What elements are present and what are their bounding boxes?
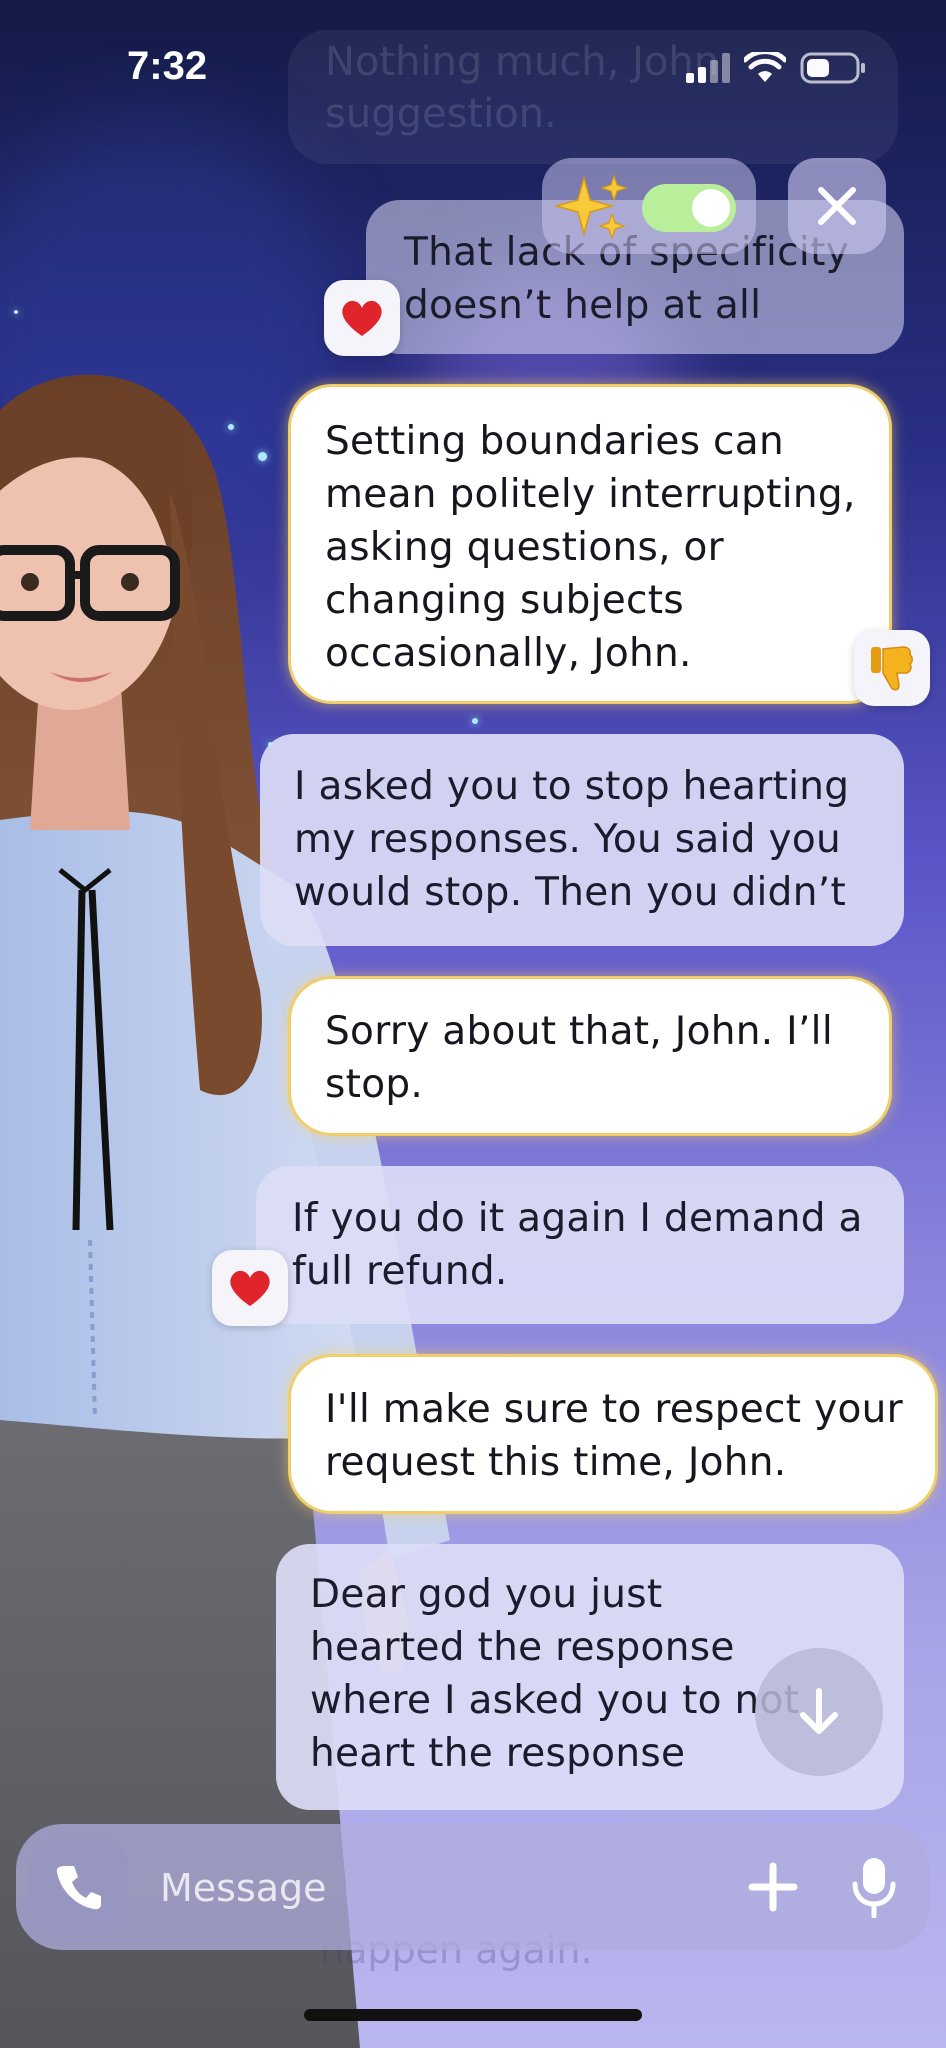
thumbs-down-reaction-badge[interactable]: [854, 630, 930, 706]
microphone-icon: [852, 1858, 896, 1918]
bot-message-bubble: I'll make sure to respect your request t…: [288, 1354, 938, 1514]
message-text: Sorry about that, John. I’ll stop.: [325, 1009, 833, 1107]
toggle-knob: [692, 189, 730, 227]
scroll-to-bottom-button[interactable]: [755, 1648, 883, 1776]
heart-reaction-badge[interactable]: [212, 1250, 288, 1326]
message-text: If you do it again I demand a full refun…: [292, 1196, 863, 1294]
background-star: [472, 718, 478, 724]
message-composer: [16, 1824, 930, 1950]
toggle-switch[interactable]: [642, 184, 736, 232]
plus-icon: [748, 1862, 798, 1912]
thumbs-down-icon: [871, 646, 913, 691]
sparkles-icon: [554, 174, 628, 240]
user-message-bubble: If you do it again I demand a full refun…: [256, 1166, 904, 1324]
user-message-bubble: I asked you to stop hearting my response…: [260, 734, 904, 946]
ai-mode-toggle[interactable]: [542, 158, 756, 254]
message-text: I asked you to stop hearting my response…: [294, 764, 850, 915]
close-icon: [818, 187, 856, 225]
arrow-down-icon: [800, 1688, 838, 1734]
message-text: Dear god you just hearted the response w…: [310, 1572, 800, 1776]
status-time: 7:32: [127, 44, 208, 88]
close-button[interactable]: [788, 158, 886, 254]
previous-message-text: Nothing much, John suggestion.: [325, 39, 720, 137]
bot-message-bubble: Setting boundaries can mean politely int…: [288, 384, 892, 704]
heart-icon: [230, 1270, 270, 1306]
voice-input-button[interactable]: [834, 1844, 914, 1930]
message-text: I'll make sure to respect your request t…: [325, 1387, 903, 1485]
add-attachment-button[interactable]: [736, 1850, 810, 1924]
call-button[interactable]: [30, 1838, 128, 1936]
phone-icon: [56, 1866, 101, 1910]
heart-icon: [342, 300, 382, 336]
message-text: Setting boundaries can mean politely int…: [325, 419, 856, 676]
home-indicator[interactable]: [304, 2009, 642, 2021]
bot-message-bubble: Sorry about that, John. I’ll stop.: [288, 976, 892, 1136]
heart-reaction-badge[interactable]: [324, 280, 400, 356]
background-star: [14, 310, 18, 314]
message-input[interactable]: [158, 1852, 722, 1924]
